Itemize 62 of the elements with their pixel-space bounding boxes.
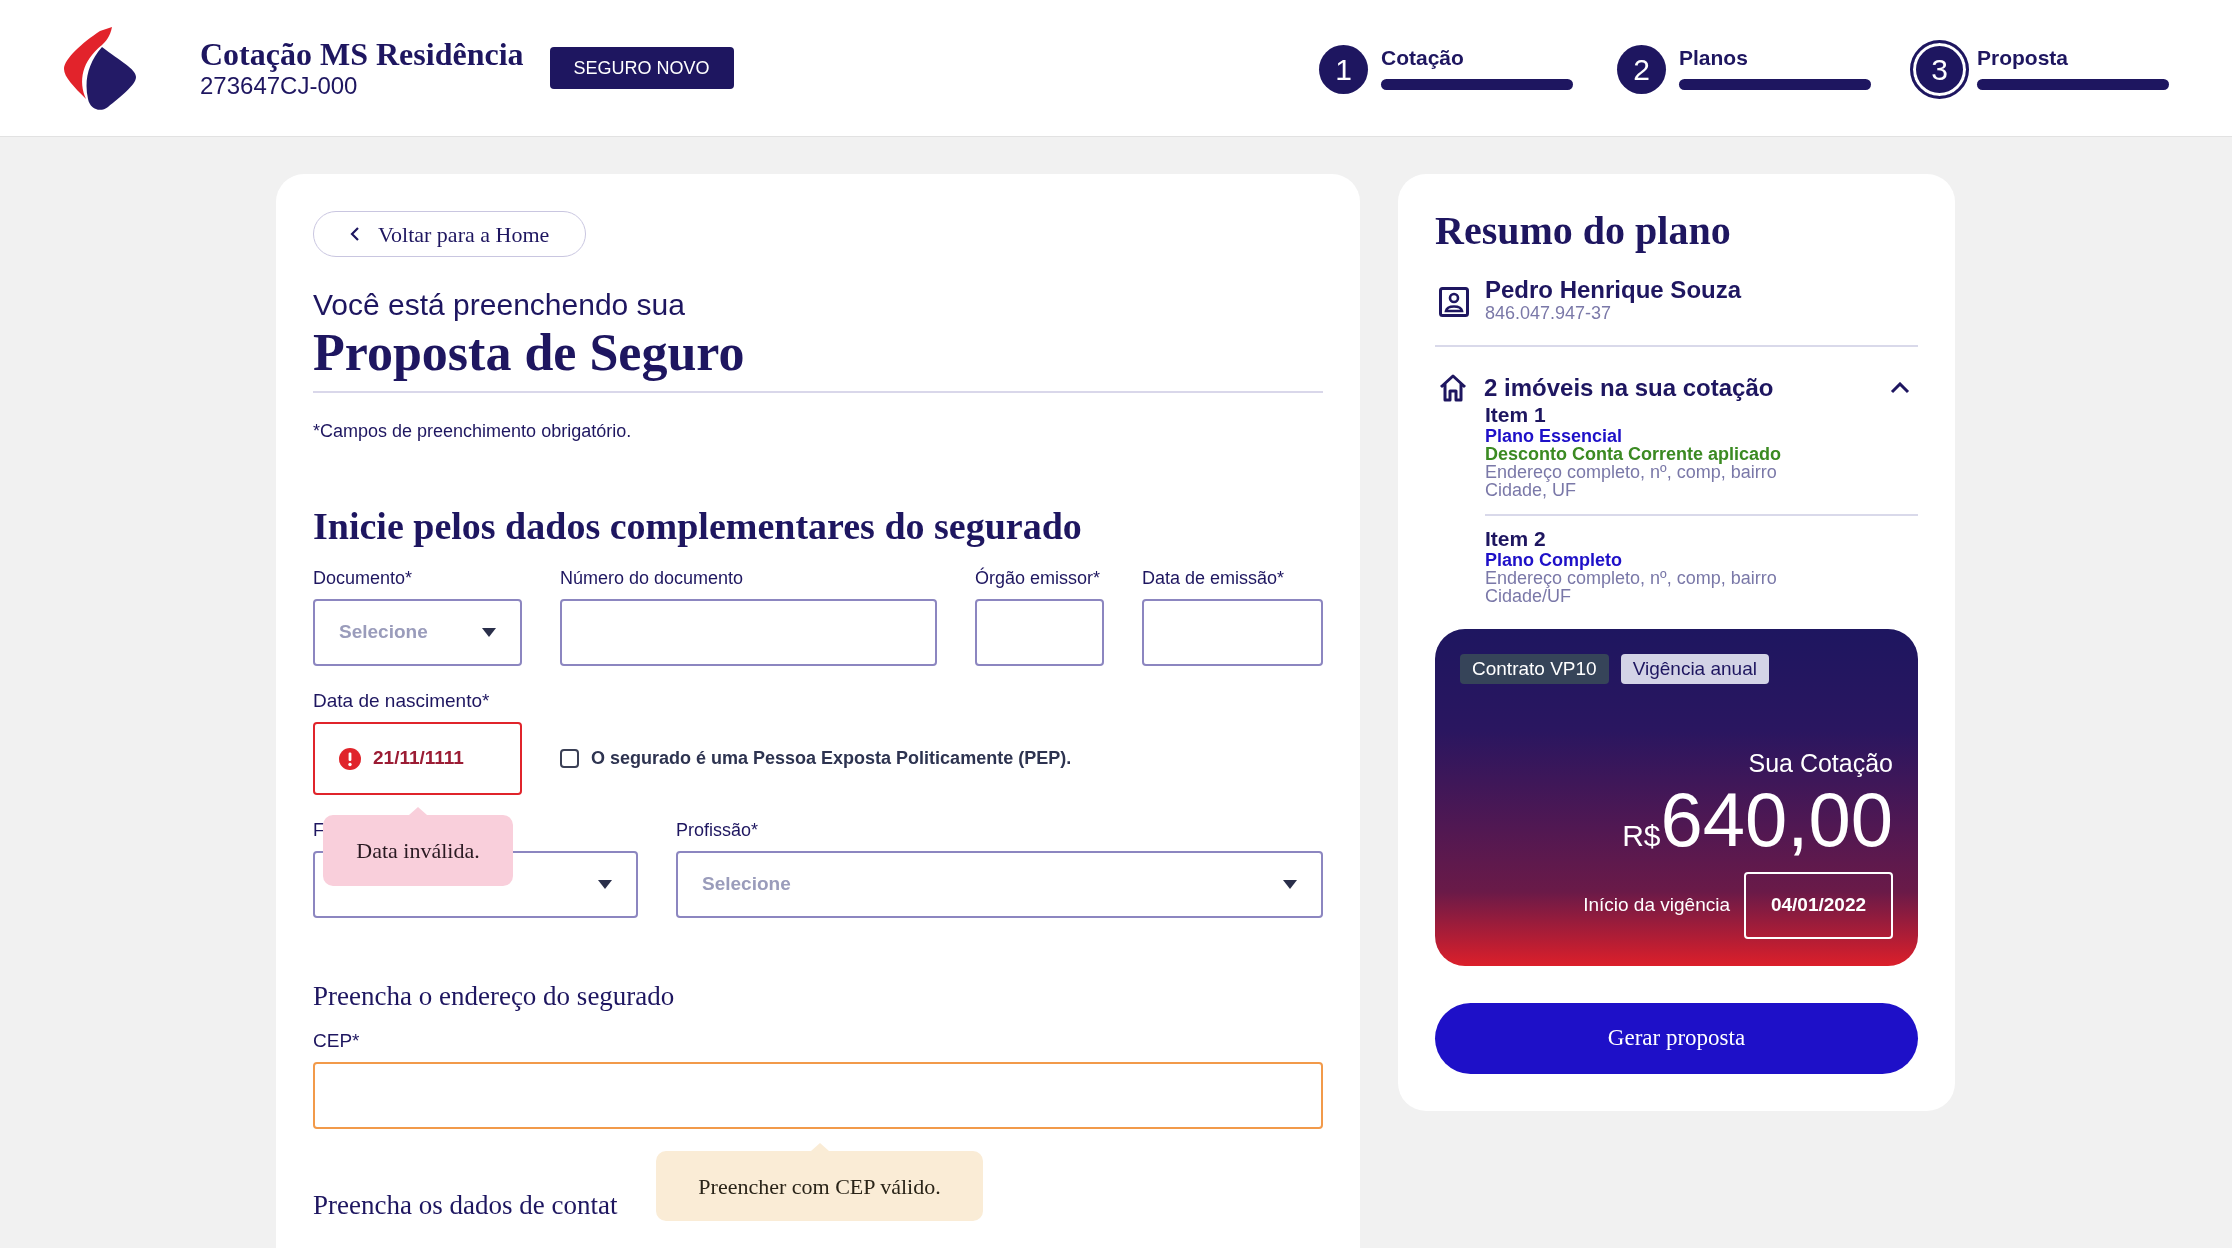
text-input[interactable] xyxy=(975,599,1104,666)
status-badge: SEGURO NOVO xyxy=(549,47,734,89)
address-text: Endereço completo, nº, comp, bairro xyxy=(1485,569,1778,587)
plan-name: Plano Completo xyxy=(1485,551,1622,569)
tooltip-arrow-icon xyxy=(810,1143,829,1151)
step-label: Proposta xyxy=(1977,44,2069,71)
page-title: Proposta de Seguro xyxy=(313,323,746,383)
section-heading: Preencha o endereço do segurado xyxy=(313,980,676,1012)
field-label: Profissão* xyxy=(676,819,759,841)
city-text: Cidade/UF xyxy=(1485,587,1572,605)
required-note: *Campos de preenchimento obrigatório. xyxy=(313,420,633,443)
properties-heading: 2 imóveis na sua cotação xyxy=(1484,373,1775,403)
city-text: Cidade, UF xyxy=(1485,481,1577,499)
text-input[interactable] xyxy=(1142,599,1323,666)
error-tooltip: Data inválida. xyxy=(323,807,513,886)
discount-text: Desconto Conta Corrente aplicado xyxy=(1485,445,1783,463)
tag: Contrato VP10 xyxy=(1460,654,1609,684)
field-label: Data de nascimento* xyxy=(313,690,491,712)
field-label: CEP* xyxy=(313,1030,361,1052)
app-title: Cotação MS Residência xyxy=(200,36,524,72)
start-date-field: 04/01/2022 xyxy=(1744,872,1893,939)
person-name: Pedro Henrique Souza xyxy=(1485,277,1742,303)
text-input[interactable] xyxy=(560,599,937,666)
generate-proposal-button[interactable]: Gerar proposta xyxy=(1435,1003,1918,1074)
tooltip-arrow-icon xyxy=(409,807,427,815)
checkbox-label: O segurado é uma Pessoa Exposta Politicamente (PEP). xyxy=(591,747,1072,770)
step-label: Planos xyxy=(1679,44,1749,71)
checkbox[interactable] xyxy=(560,749,579,768)
dropdown-arrow-icon xyxy=(1283,880,1297,889)
step-number: 1 xyxy=(1319,44,1368,94)
quote-label: Sua Cotação xyxy=(1748,748,1893,778)
item-title: Item 2 xyxy=(1485,527,1547,551)
intro-text: Você está preenchendo sua xyxy=(313,287,686,323)
quote-code: 273647CJ-000 xyxy=(200,72,359,100)
dropdown-arrow-icon xyxy=(482,628,496,637)
item-title: Item 1 xyxy=(1485,403,1547,427)
house-icon xyxy=(1438,374,1468,402)
currency-symbol: R$ xyxy=(1622,818,1661,854)
step-number: 2 xyxy=(1617,44,1666,94)
tag: Vigência anual xyxy=(1620,654,1769,684)
chevron-left-icon xyxy=(350,226,360,242)
field-label: Número do documento xyxy=(560,567,744,589)
date-input[interactable]: 21/11/1111 xyxy=(313,722,522,795)
summary-title: Resumo do plano xyxy=(1435,207,1732,255)
error-icon xyxy=(339,747,361,770)
field-label: Data de emissão* xyxy=(1142,567,1285,589)
field-label: Órgão emissor* xyxy=(975,567,1101,589)
plan-name: Plano Essencial xyxy=(1485,427,1624,445)
chevron-up-icon[interactable] xyxy=(1890,382,1910,394)
dropdown-arrow-icon xyxy=(598,880,612,889)
person-id: 846.047.947-37 xyxy=(1485,303,1613,323)
field-label: Documento* xyxy=(313,567,413,589)
person-card-icon xyxy=(1439,287,1469,317)
section-heading: Inicie pelos dados complementares do segurado xyxy=(313,504,1083,549)
cep-input[interactable] xyxy=(313,1062,1323,1129)
step-label: Cotação xyxy=(1381,44,1465,71)
field-label: F xyxy=(313,819,324,841)
quote-price: 640,00 xyxy=(1660,778,1893,862)
step-number: 3 xyxy=(1913,42,1966,96)
warning-tooltip: Preencher com CEP válido. xyxy=(656,1143,983,1221)
address-text: Endereço completo, nº, comp, bairro xyxy=(1485,463,1777,481)
start-label: Início da vigência xyxy=(1583,893,1730,918)
